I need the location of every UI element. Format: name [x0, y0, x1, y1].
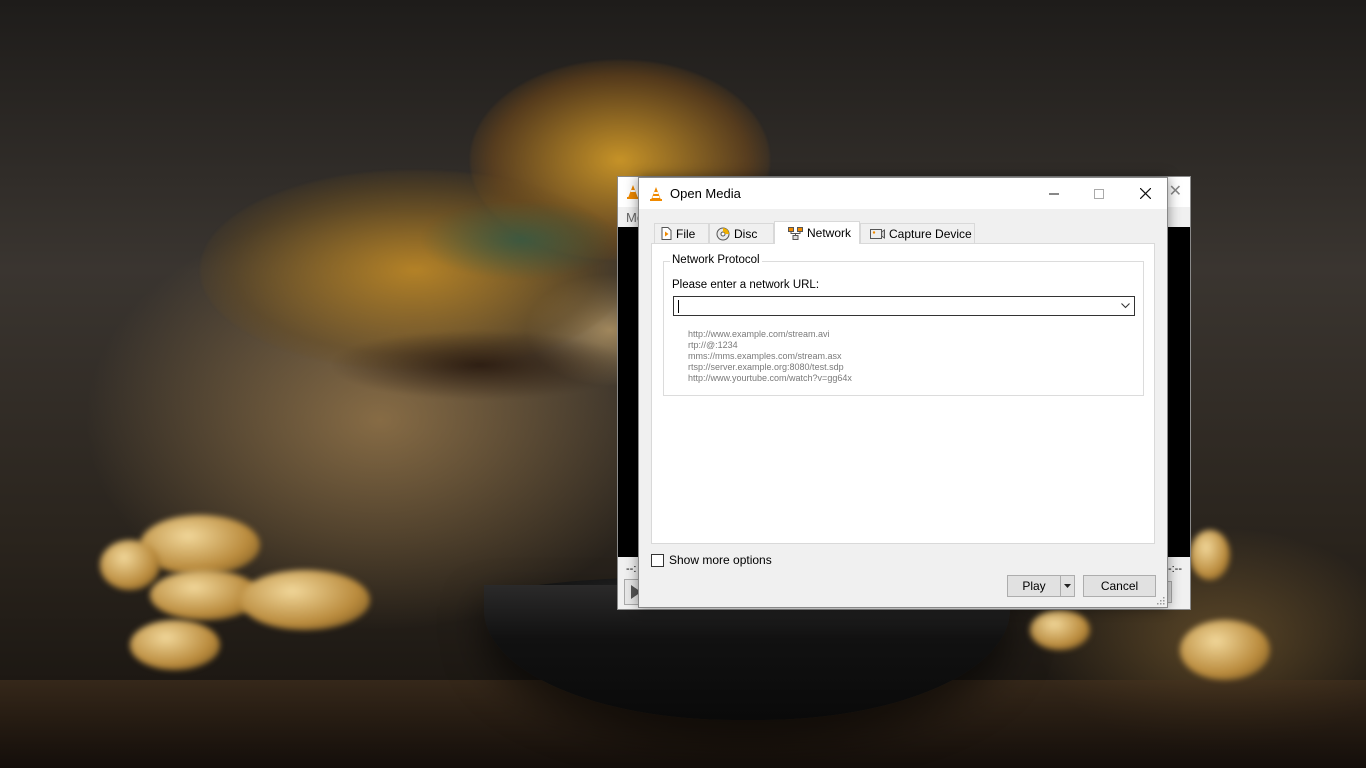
- disc-icon: [716, 227, 730, 240]
- url-dropdown-arrow[interactable]: [1119, 300, 1131, 312]
- wallpaper-trunk: [330, 330, 630, 400]
- dropdown-arrow-icon: [1064, 584, 1071, 588]
- wallpaper-stone: [240, 570, 370, 630]
- wallpaper-stone: [1030, 610, 1090, 650]
- network-url-input[interactable]: [677, 298, 1107, 314]
- url-example: rtsp://server.example.org:8080/test.sdp: [688, 362, 844, 372]
- tab-disc[interactable]: Disc: [709, 223, 774, 243]
- play-button[interactable]: Play: [1007, 575, 1061, 597]
- minimize-button[interactable]: [1031, 178, 1077, 209]
- close-button[interactable]: [1122, 178, 1168, 209]
- tab-file[interactable]: File: [654, 223, 709, 243]
- tab-capture-device-label: Capture Device: [889, 226, 972, 241]
- url-label: Please enter a network URL:: [672, 279, 820, 291]
- tab-capture-device[interactable]: Capture Device: [860, 223, 975, 243]
- capture-device-icon: [870, 228, 885, 239]
- dialog-titlebar: Open Media: [639, 178, 1167, 209]
- network-protocol-group: Network Protocol Please enter a network …: [663, 254, 1144, 396]
- maximize-button: [1076, 178, 1122, 209]
- vlc-main-close-icon[interactable]: ✕: [1169, 181, 1182, 201]
- wallpaper-foliage: [420, 200, 620, 280]
- text-caret: [678, 300, 679, 313]
- chevron-down-icon: [1120, 303, 1130, 309]
- url-example: http://www.yourtube.com/watch?v=gg64x: [688, 373, 852, 383]
- url-example: mms://mms.examples.com/stream.asx: [688, 351, 842, 361]
- close-icon: [1139, 188, 1151, 199]
- file-icon: [661, 227, 672, 240]
- network-url-combobox[interactable]: [673, 296, 1135, 316]
- url-examples: http://www.example.com/stream.avi rtp://…: [688, 329, 852, 384]
- wallpaper-stone: [1180, 620, 1270, 680]
- wallpaper-stone: [100, 540, 160, 590]
- play-dropdown-button[interactable]: [1060, 575, 1075, 597]
- tab-network[interactable]: Network: [774, 221, 860, 244]
- show-more-options[interactable]: Show more options: [651, 553, 772, 567]
- tab-network-label: Network: [807, 226, 852, 240]
- resize-grip-icon[interactable]: [1155, 595, 1165, 605]
- show-more-options-checkbox[interactable]: [651, 553, 664, 567]
- url-example: http://www.example.com/stream.avi: [688, 329, 830, 339]
- vlc-cone-icon: [650, 187, 662, 201]
- wallpaper-stone: [1190, 530, 1230, 580]
- minimize-icon: [1049, 193, 1059, 194]
- tab-disc-label: Disc: [734, 226, 758, 241]
- elapsed-time: --:: [626, 563, 637, 575]
- maximize-icon: [1094, 188, 1104, 199]
- dialog-title: Open Media: [670, 186, 741, 201]
- group-title: Network Protocol: [670, 254, 762, 266]
- network-icon: [788, 226, 803, 240]
- cancel-button[interactable]: Cancel: [1083, 575, 1156, 597]
- network-tab-panel: Network Protocol Please enter a network …: [651, 243, 1155, 544]
- url-example: rtp://@:1234: [688, 340, 738, 350]
- wallpaper-stone: [130, 620, 220, 670]
- open-media-dialog: Open Media File Disc Network Capture Dev…: [638, 177, 1168, 608]
- tab-file-label: File: [676, 226, 696, 241]
- show-more-options-label: Show more options: [669, 553, 772, 567]
